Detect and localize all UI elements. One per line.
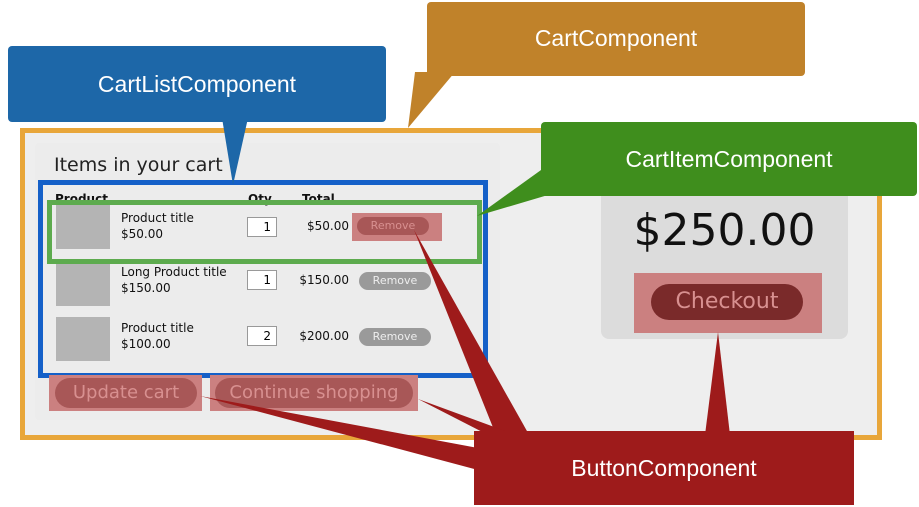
- cart-list-component-pointer: [222, 118, 248, 185]
- button-component-pointer-checkout: [705, 332, 730, 435]
- button-component-pointer-remove: [414, 230, 532, 440]
- cart-component-pointer: [408, 72, 455, 128]
- cart-list-component-callout: CartListComponent: [8, 46, 386, 122]
- cart-component-callout: CartComponent: [427, 2, 805, 76]
- cart-item-component-callout: CartItemComponent: [541, 122, 917, 196]
- button-component-callout: ButtonComponent: [474, 431, 854, 505]
- cart-item-component-pointer: [477, 165, 548, 216]
